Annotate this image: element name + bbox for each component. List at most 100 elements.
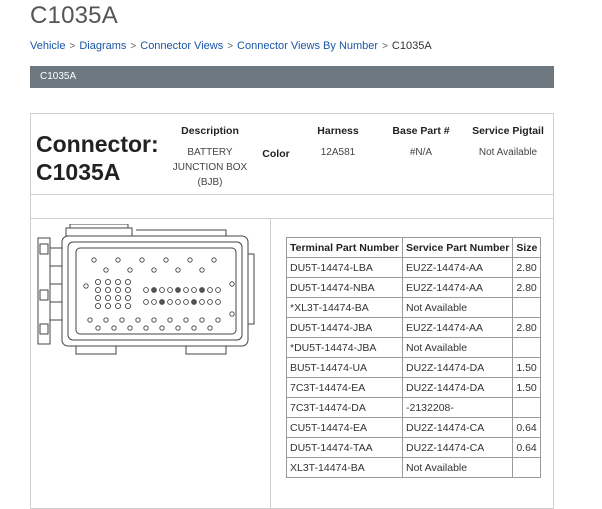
size-cell: 2.80 (512, 277, 542, 298)
service-part-number-cell: Not Available (401, 457, 514, 478)
cavity (124, 302, 132, 310)
terminal-table: Terminal Part Number Service Part Number… (286, 237, 542, 478)
size-cell: 1.50 (512, 377, 542, 398)
breadcrumb: › Vehicle > Diagrams > Connector Views >… (30, 40, 432, 52)
cavity (159, 299, 165, 305)
cavity (215, 317, 221, 323)
service-part-number-cell: Not Available (401, 337, 514, 358)
header-terminal-part-number: Terminal Part Number (286, 237, 403, 258)
cavity (104, 286, 112, 294)
harness-header: Harness (317, 125, 359, 137)
terminal-part-number-cell: CU5T-14474-EA (286, 417, 403, 438)
size-cell: 0.64 (512, 437, 542, 458)
description-column: Description BATTERY JUNCTION BOX (BJB) (168, 124, 252, 190)
description-line: (BJB) (197, 177, 223, 188)
terminal-part-number-cell: BU5T-14474-UA (286, 357, 403, 378)
cavity (207, 299, 213, 305)
size-cell: 2.80 (512, 257, 542, 278)
description-header: Description (181, 125, 239, 137)
breadcrumb-current: C1035A (391, 40, 432, 52)
cavity (187, 257, 193, 263)
cavity (87, 317, 93, 323)
base-part-value: #N/A (409, 147, 433, 158)
terminal-part-number-cell: XL3T-14474-BA (286, 457, 403, 478)
cavity (124, 278, 132, 286)
table-row: XL3T-14474-BA Not Available (286, 457, 542, 478)
color-column: Color (256, 147, 296, 162)
cavity (151, 287, 157, 293)
size-cell (512, 337, 542, 358)
chevron-right-icon: > (130, 40, 137, 52)
service-pigtail-header: Service Pigtail (472, 125, 544, 137)
cavity (104, 278, 112, 286)
cavity (104, 294, 112, 302)
breadcrumb-vehicle[interactable]: Vehicle (30, 40, 65, 52)
terminal-part-number-cell: DU5T-14474-JBA (286, 317, 403, 338)
cavity (199, 299, 205, 305)
table-row: *DU5T-14474-JBA Not Available (286, 337, 542, 358)
connector-label: Connector: (36, 131, 159, 157)
breadcrumb-diagrams[interactable]: Diagrams (79, 40, 126, 52)
breadcrumb-connector-views[interactable]: Connector Views (140, 40, 223, 52)
cavity (163, 257, 169, 263)
cavity (159, 325, 165, 331)
breadcrumb-connector-views-by-number[interactable]: Connector Views By Number (237, 40, 378, 52)
cavity (191, 287, 197, 293)
service-part-number-cell: DU2Z-14474-CA (401, 417, 514, 438)
table-row: CU5T-14474-EA DU2Z-14474-CA 0.64 (286, 417, 542, 438)
cavity (91, 257, 97, 263)
cavity (159, 287, 165, 293)
cavity (151, 267, 157, 273)
cavity (215, 287, 221, 293)
cavity (119, 317, 125, 323)
chevron-right-icon: > (69, 40, 76, 52)
size-cell: 1.50 (512, 357, 542, 378)
table-row: 7C3T-14474-DA -2132208- (286, 397, 542, 418)
cavity (229, 281, 235, 287)
description-line: JUNCTION BOX (172, 162, 248, 173)
section-header: C1035A (30, 66, 554, 88)
cavity (95, 325, 101, 331)
connector-id: C1035A (36, 159, 121, 185)
cavity (183, 299, 189, 305)
cavity (127, 267, 133, 273)
terminal-part-number-cell: *XL3T-14474-BA (286, 297, 403, 318)
cavity (167, 287, 173, 293)
description-line: BATTERY (187, 147, 233, 158)
terminal-part-number-cell: DU5T-14474-TAA (286, 437, 403, 458)
cavity (229, 311, 235, 317)
cavity (94, 294, 102, 302)
harness-column: Harness 12A581 (304, 124, 372, 160)
cavity (111, 325, 117, 331)
cavity (143, 325, 149, 331)
cavity (199, 267, 205, 273)
harness-value: 12A581 (320, 147, 356, 158)
chevron-right-icon: > (227, 40, 234, 52)
cavity (175, 325, 181, 331)
cavity (175, 299, 181, 305)
cavity (127, 325, 133, 331)
cavity (94, 278, 102, 286)
page-title: C1035A (30, 2, 118, 29)
cavity (151, 317, 157, 323)
cavity (83, 283, 89, 289)
cavity (191, 299, 197, 305)
cavity (124, 294, 132, 302)
cavity (139, 257, 145, 263)
table-row: *XL3T-14474-BA Not Available (286, 297, 542, 318)
table-row: DU5T-14474-JBA EU2Z-14474-AA 2.80 (286, 317, 542, 338)
size-cell (512, 457, 542, 478)
cavity (207, 325, 213, 331)
cavity (104, 302, 112, 310)
cavity (199, 287, 205, 293)
service-pigtail-value: Not Available (478, 147, 538, 158)
cavity (143, 299, 149, 305)
cavity (191, 325, 197, 331)
base-part-header: Base Part # (392, 125, 450, 137)
cavity (114, 278, 122, 286)
service-part-number-cell: EU2Z-14474-AA (401, 257, 514, 278)
connector-face-diagram (37, 224, 255, 355)
cavity (175, 267, 181, 273)
service-part-number-cell: EU2Z-14474-AA (401, 317, 514, 338)
table-row: BU5T-14474-UA DU2Z-14474-DA 1.50 (286, 357, 542, 378)
